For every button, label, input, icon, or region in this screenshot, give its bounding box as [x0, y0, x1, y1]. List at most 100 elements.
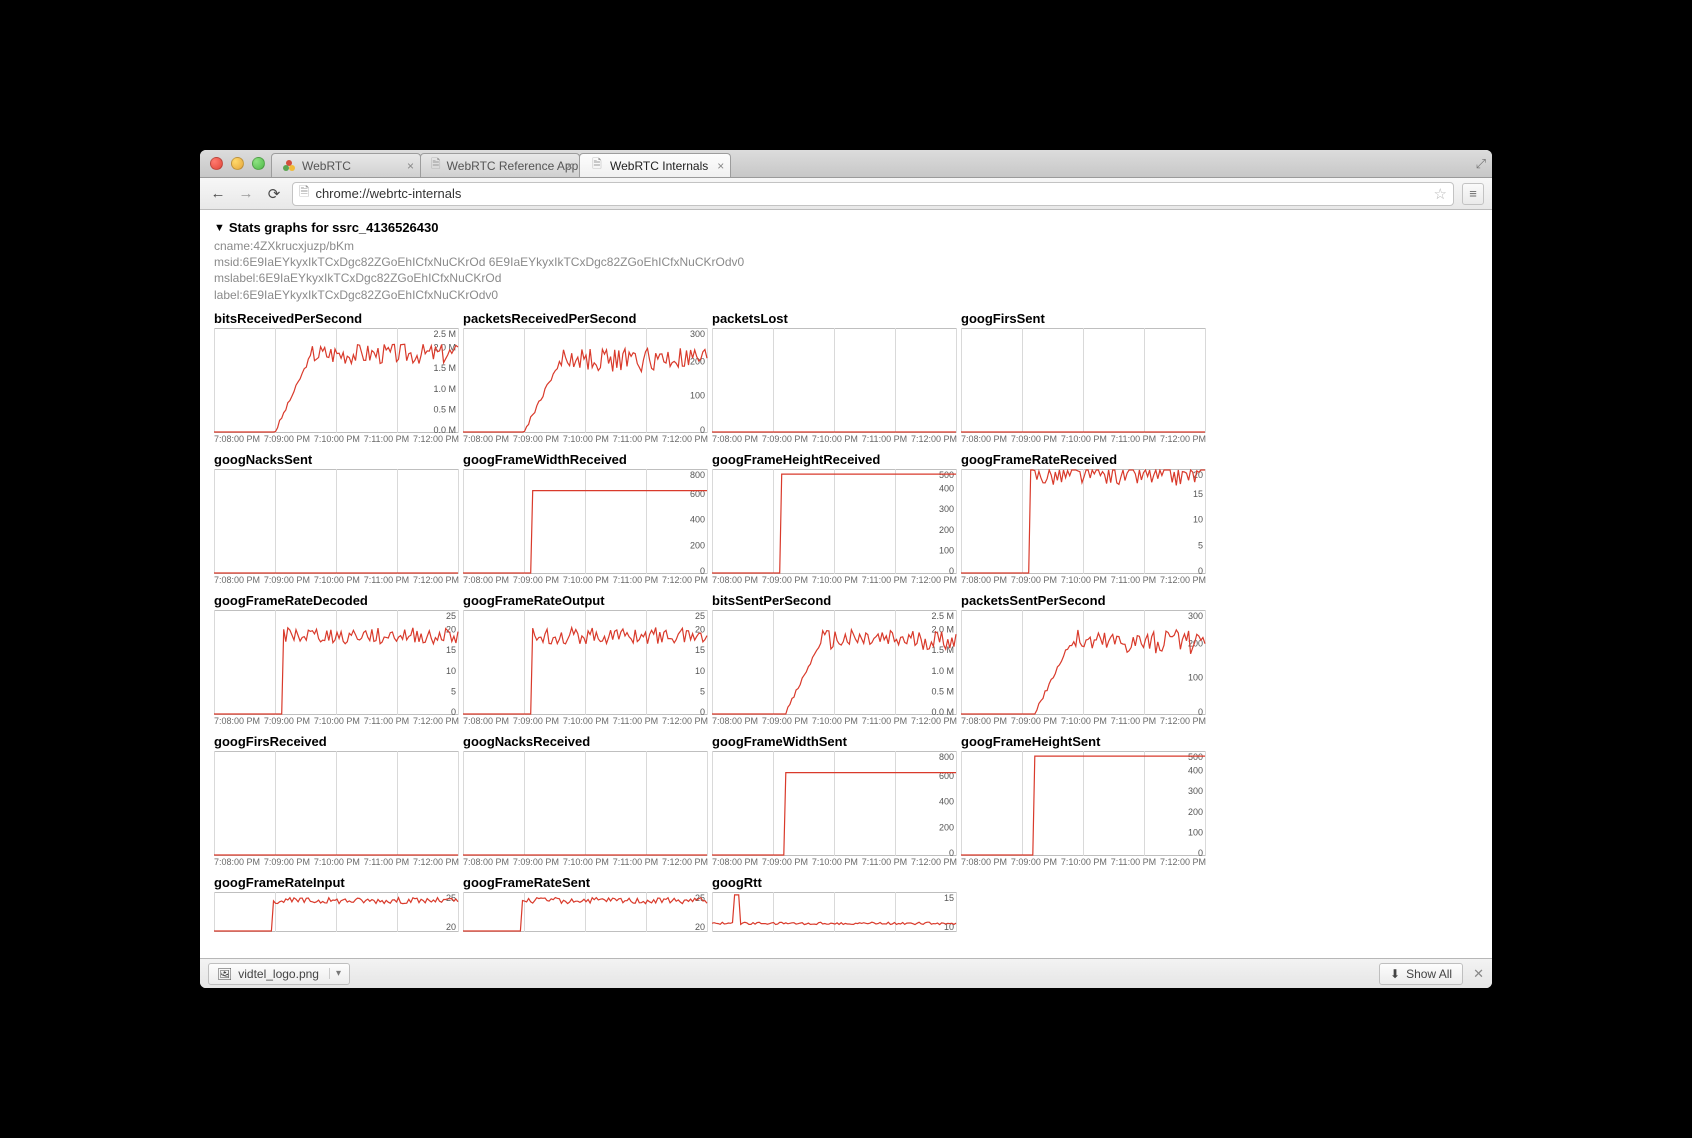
svg-text:0: 0 — [451, 707, 456, 715]
svg-text:0.5 M: 0.5 M — [433, 404, 456, 414]
chart-plot — [214, 751, 459, 856]
chart-x-axis: 7:08:00 PM 7:09:00 PM 7:10:00 PM 7:11:00 PM… — [961, 433, 1206, 450]
x-tick-label: 7:12:00 PM — [662, 434, 708, 444]
meta-mslabel: mslabel:6E9IaEYkyxIkTCxDgc82ZGoEhICfxNuC… — [214, 270, 1478, 286]
svg-text:0: 0 — [700, 707, 705, 715]
tab-title: WebRTC — [302, 159, 351, 173]
chart-cell: googFrameRateOutput05101520257:08:00 PM7… — [463, 593, 708, 732]
svg-text:400: 400 — [939, 796, 954, 806]
browser-tab[interactable]: 🗎WebRTC Internals× — [579, 153, 731, 177]
x-tick-label: 7:11:00 PM — [862, 716, 907, 726]
svg-text:0.0 M: 0.0 M — [433, 425, 456, 433]
download-menu-chevron-icon[interactable]: ▾ — [329, 968, 341, 979]
svg-text:0: 0 — [1198, 848, 1203, 856]
x-tick-label: 7:09:00 PM — [1011, 434, 1057, 444]
svg-text:25: 25 — [695, 611, 705, 621]
svg-text:25: 25 — [446, 611, 456, 621]
chart-title: bitsSentPerSecond — [712, 593, 957, 608]
x-tick-label: 7:10:00 PM — [1061, 575, 1107, 585]
zoom-window-button[interactable] — [252, 157, 265, 170]
x-tick-label: 7:09:00 PM — [762, 857, 808, 867]
chart-x-axis: 7:08:00 PM7:09:00 PM7:10:00 PM7:11:00 PM… — [961, 715, 1206, 732]
svg-text:500: 500 — [1188, 752, 1203, 762]
chart-cell: packetsLost7:08:00 PM7:09:00 PM7:10:00 P… — [712, 311, 957, 450]
x-tick-label: 7:11:00 PM — [862, 857, 907, 867]
chart-title: googFrameRateReceived — [961, 452, 1206, 467]
chart-cell: googNacksSent7:08:00 PM7:09:00 PM7:10:00… — [214, 452, 459, 591]
bookmark-star-icon[interactable]: ☆ — [1434, 185, 1447, 203]
address-bar[interactable]: 🗎 chrome://webrtc-internals ☆ — [292, 182, 1454, 206]
x-tick-label: 7:10:00 PM — [314, 575, 360, 585]
svg-text:300: 300 — [1188, 786, 1203, 796]
x-tick-label: 7:11:00 PM — [1111, 434, 1156, 444]
chart-x-axis: 7:08:00 PM7:09:00 PM7:10:00 PM7:11:00 PM… — [214, 715, 459, 732]
chart-cell: packetsSentPerSecond 01002003007:08:00 PM… — [961, 593, 1206, 732]
x-tick-label: 7:10:00 PM — [812, 434, 858, 444]
x-tick-label: 7:10:00 PM — [1061, 857, 1107, 867]
x-tick-label: 7:09:00 PM — [762, 716, 808, 726]
chart-cell: bitsSentPerSecond0.0 M0.5 M1.0 M1.5 M2.0… — [712, 593, 957, 732]
download-item[interactable]: 🖼 vidtel_logo.png ▾ — [208, 963, 350, 985]
chart-title: packetsSentPerSecond — [961, 593, 1206, 608]
page-content[interactable]: ▼ Stats graphs for ssrc_4136526430 cname… — [200, 210, 1492, 958]
close-tab-icon[interactable]: × — [566, 159, 573, 173]
stats-title: Stats graphs for ssrc_4136526430 — [229, 220, 439, 235]
close-tab-icon[interactable]: × — [407, 159, 414, 173]
x-tick-label: 7:11:00 PM — [1111, 857, 1156, 867]
close-shelf-button[interactable]: ✕ — [1473, 966, 1484, 982]
x-tick-label: 7:10:00 PM — [314, 716, 360, 726]
chart-plot: 2025 — [463, 892, 708, 932]
minimize-window-button[interactable] — [231, 157, 244, 170]
svg-text:1.0 M: 1.0 M — [433, 384, 456, 394]
page-icon: 🗎 — [299, 183, 309, 205]
x-tick-label: 7:09:00 PM — [264, 434, 310, 444]
download-filename: vidtel_logo.png — [238, 967, 319, 981]
expand-icon[interactable]: ⤢ — [1476, 156, 1486, 172]
page-viewport: ▼ Stats graphs for ssrc_4136526430 cname… — [200, 210, 1492, 958]
chart-x-axis: 7:08:00 PM7:09:00 PM7:10:00 PM7:11:00 PM… — [712, 433, 957, 450]
disclosure-triangle-icon[interactable]: ▼ — [214, 222, 225, 234]
page-favicon-icon: 🗎 — [590, 159, 604, 173]
x-tick-label: 7:08:00 PM — [712, 716, 758, 726]
svg-text:0.5 M: 0.5 M — [931, 686, 954, 696]
chart-cell: googNacksReceived7:08:00 PM7:09:00 PM7:1… — [463, 734, 708, 873]
chart-cell: googFirsSent7:08:00 PM7:09:00 PM7:10:00 … — [961, 311, 1206, 450]
page-favicon-icon: 🗎 — [431, 159, 441, 173]
x-tick-label: 7:11:00 PM — [862, 575, 907, 585]
chart-x-axis: 7:08:00 PM7:09:00 PM7:10:00 PM7:11:00 PM… — [214, 856, 459, 873]
x-tick-label: 7:09:00 PM — [762, 434, 808, 444]
browser-tab[interactable]: 🗎WebRTC Reference App× — [420, 153, 580, 177]
chart-x-axis: 7:08:00 PM7:09:00 PM7:10:00 PM7:11:00 PM… — [463, 433, 708, 450]
x-tick-label: 7:08:00 PM — [961, 716, 1007, 726]
x-tick-label: 7:11:00 PM — [862, 434, 907, 444]
svg-text:0: 0 — [949, 566, 954, 574]
x-tick-label: 7:08:00 PM — [961, 434, 1007, 444]
meta-label: label:6E9IaEYkyxIkTCxDgc82ZGoEhICfxNuCKr… — [214, 287, 1478, 303]
show-all-downloads-button[interactable]: ⬇ Show All — [1379, 963, 1463, 985]
svg-text:0: 0 — [700, 566, 705, 574]
chart-cell: googRtt1015 — [712, 875, 957, 932]
back-button[interactable]: ← — [208, 184, 228, 204]
x-tick-label: 7:12:00 PM — [1160, 857, 1206, 867]
svg-text:100: 100 — [939, 545, 954, 555]
chart-title: googFrameRateSent — [463, 875, 708, 890]
chart-plot: 0100200300 — [961, 610, 1206, 715]
browser-window: WebRTC×🗎WebRTC Reference App×🗎WebRTC Int… — [200, 150, 1492, 988]
svg-text:100: 100 — [690, 390, 705, 400]
close-window-button[interactable] — [210, 157, 223, 170]
chrome-menu-button[interactable]: ≡ — [1462, 183, 1484, 205]
stats-section-header[interactable]: ▼ Stats graphs for ssrc_4136526430 — [214, 220, 1478, 235]
forward-button[interactable]: → — [236, 184, 256, 204]
reload-button[interactable]: ⟳ — [264, 184, 284, 204]
browser-tab[interactable]: WebRTC × — [271, 153, 421, 177]
chart-title: googRtt — [712, 875, 957, 890]
x-tick-label: 7:11:00 PM — [364, 716, 409, 726]
x-tick-label: 7:10:00 PM — [314, 434, 360, 444]
x-tick-label: 7:10:00 PM — [1061, 434, 1107, 444]
close-tab-icon[interactable]: × — [717, 159, 724, 173]
svg-text:400: 400 — [1188, 765, 1203, 775]
browser-toolbar: ← → ⟳ 🗎 chrome://webrtc-internals ☆ ≡ — [200, 178, 1492, 210]
x-tick-label: 7:11:00 PM — [613, 716, 658, 726]
chart-title: googFrameRateOutput — [463, 593, 708, 608]
svg-text:0.0 M: 0.0 M — [931, 707, 954, 715]
